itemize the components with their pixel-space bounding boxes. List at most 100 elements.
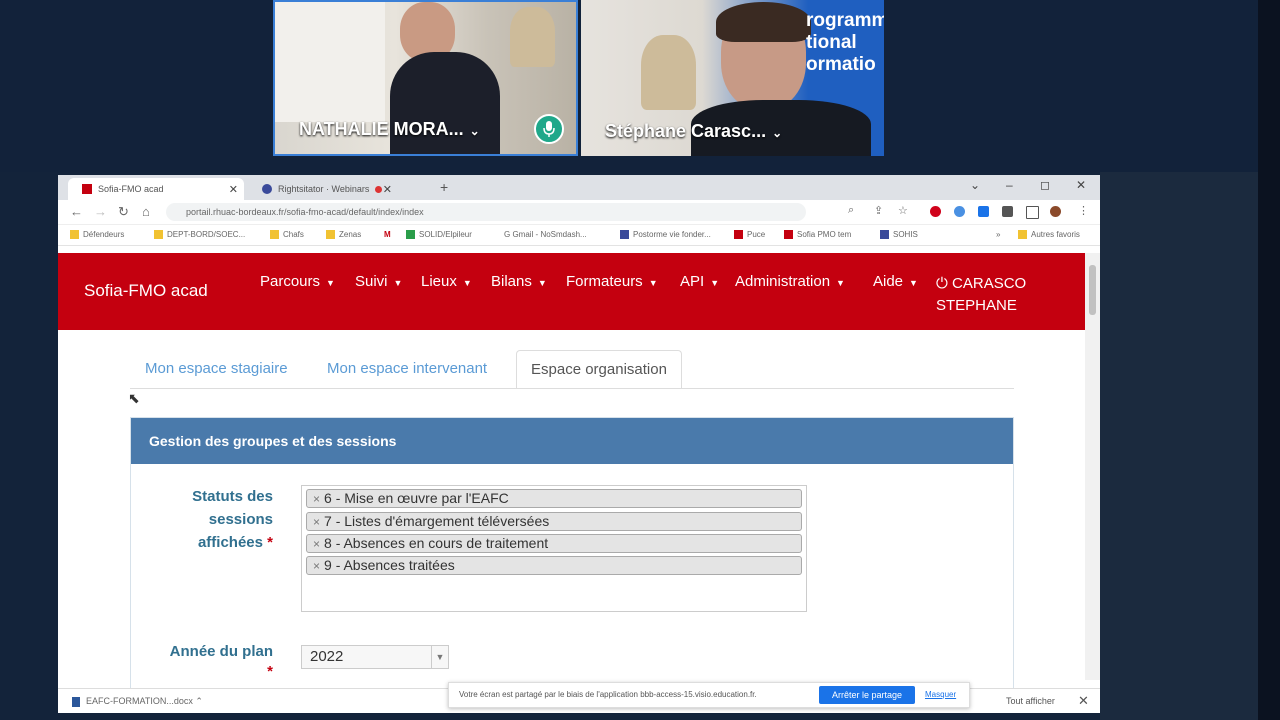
bookmark-item[interactable]: DEPT-BORD/SOEC...	[154, 230, 245, 239]
bookmarks-overflow-button[interactable]: »	[996, 230, 1000, 239]
url-text: portail.rhuac-bordeaux.fr/sofia-fmo-acad…	[186, 207, 424, 217]
bookmark-item[interactable]: SOHIS	[880, 230, 918, 239]
bookmark-item[interactable]: Autres favoris	[1018, 230, 1080, 239]
minimize-button[interactable]: –	[1006, 178, 1013, 192]
microphone-icon[interactable]	[534, 114, 564, 144]
remove-icon[interactable]: ×	[313, 559, 320, 573]
extensions-puzzle-icon[interactable]	[1002, 206, 1013, 217]
browser-tab[interactable]: Rightsitator · Webinars ✕	[248, 178, 398, 200]
back-icon[interactable]: ←	[70, 204, 83, 219]
label-line: sessions	[208, 511, 273, 528]
extension-icon[interactable]	[930, 206, 941, 217]
star-icon[interactable]: ☆	[898, 204, 908, 217]
status-chip[interactable]: × 7 - Listes d'émargement téléversées	[306, 512, 802, 531]
app-icon	[734, 230, 743, 239]
bookmark-item[interactable]: Postorme vie fonder...	[620, 230, 711, 239]
menu-formateurs[interactable]: Formateurs ▼	[566, 273, 658, 290]
browser-tab-active[interactable]: Sofia-FMO acad ✕	[68, 178, 244, 200]
app-brand[interactable]: Sofia-FMO acad	[84, 281, 208, 301]
whiteboard	[275, 2, 385, 122]
menu-icon[interactable]: ⋮	[1078, 204, 1089, 217]
extension-icon[interactable]	[978, 206, 989, 217]
tab-mon-espace-intervenant[interactable]: Mon espace intervenant	[327, 350, 487, 388]
remove-icon[interactable]: ×	[313, 537, 320, 551]
screen-share-margin	[1100, 172, 1260, 720]
close-window-button[interactable]: ✕	[1076, 178, 1086, 192]
folder-icon	[270, 230, 279, 239]
page-scrollbar[interactable]	[1085, 253, 1100, 680]
folder-icon	[154, 230, 163, 239]
chip-label: 8 - Absences en cours de traitement	[324, 535, 549, 551]
share-icon[interactable]: ⇪	[874, 204, 883, 217]
bookmark-item[interactable]: M	[384, 230, 391, 239]
caret-down-icon: ▼	[836, 278, 845, 288]
close-icon[interactable]: ✕	[383, 183, 392, 196]
bookmark-item[interactable]: SOLID/Elpileur	[406, 230, 472, 239]
label-line: affichées *	[197, 534, 273, 551]
caret-down-icon: ▼	[909, 278, 918, 288]
bookmark-item[interactable]: G Gmail - NoSmdash...	[504, 230, 587, 239]
menu-bilans[interactable]: Bilans ▼	[491, 273, 547, 290]
maximize-button[interactable]: ◻	[1040, 178, 1050, 192]
browser-tab-bar: Sofia-FMO acad ✕ Rightsitator · Webinars…	[58, 175, 1100, 200]
recording-icon	[375, 185, 383, 193]
menu-suivi[interactable]: Suivi ▼	[355, 273, 402, 290]
status-chip[interactable]: × 6 - Mise en œuvre par l'EAFC	[306, 489, 802, 508]
chevron-down-icon[interactable]: ⌄	[470, 124, 480, 138]
home-icon[interactable]: ⌂	[142, 204, 150, 219]
menu-aide[interactable]: Aide ▼	[873, 273, 918, 290]
menu-parcours[interactable]: Parcours ▼	[260, 273, 335, 290]
download-item[interactable]: EAFC-FORMATION...docx ⌃	[72, 696, 203, 707]
new-tab-button[interactable]: +	[440, 179, 448, 195]
menu-label: Aide	[873, 273, 904, 290]
share-message: Votre écran est partagé par le biais de …	[459, 690, 757, 699]
chevron-down-icon[interactable]: ⌄	[772, 126, 782, 140]
bust-statue	[510, 7, 555, 67]
zoom-icon[interactable]: ⌕	[848, 204, 854, 217]
status-chip[interactable]: × 8 - Absences en cours de traitement	[306, 534, 802, 553]
participant-tile-1[interactable]: NATHALIE MORA... ⌄	[273, 0, 578, 156]
bookmark-label: DEPT-BORD/SOEC...	[167, 230, 246, 239]
menu-lieux[interactable]: Lieux ▼	[421, 273, 472, 290]
hide-link[interactable]: Masquer	[925, 690, 956, 699]
statuts-multiselect[interactable]: × 6 - Mise en œuvre par l'EAFC × 7 - Liste…	[301, 485, 807, 612]
remove-icon[interactable]: ×	[313, 492, 320, 506]
chevron-up-icon[interactable]: ⌃	[195, 696, 203, 706]
bookmark-label: Zenas	[339, 230, 362, 239]
app-navbar: Sofia-FMO acad Parcours ▼ Suivi ▼ Lieux ▼ B…	[58, 253, 1085, 330]
user-menu[interactable]: ⏻ CARASCO STEPHANE	[936, 273, 1026, 317]
stop-sharing-button[interactable]: Arrêter le partage	[819, 686, 915, 704]
bookmark-item[interactable]: Défendeurs	[70, 230, 124, 239]
tab-mon-espace-stagiaire[interactable]: Mon espace stagiaire	[145, 350, 288, 388]
forward-icon[interactable]: →	[94, 204, 107, 219]
close-icon[interactable]: ✕	[1078, 693, 1089, 709]
bookmark-item[interactable]: Puce	[734, 230, 765, 239]
status-chip[interactable]: × 9 - Absences traitées	[306, 556, 802, 575]
bookmark-item[interactable]: Sofia PMO tem	[784, 230, 851, 239]
bookmark-item[interactable]: Chafs	[270, 230, 304, 239]
remove-icon[interactable]: ×	[313, 515, 320, 529]
app-icon	[880, 230, 889, 239]
screen-share-notice: Votre écran est partagé par le biais de …	[448, 682, 970, 708]
participant-tile-2[interactable]: rogramm tional ormatio Stéphane Carasc..…	[581, 0, 884, 156]
show-all-downloads-button[interactable]: Tout afficher	[1006, 696, 1055, 706]
annee-select[interactable]: 2022 ▼	[301, 645, 449, 669]
extension-icon[interactable]	[954, 206, 965, 217]
reload-icon[interactable]: ↻	[118, 204, 129, 220]
bookmark-item[interactable]: Zenas	[326, 230, 361, 239]
panel-title: Gestion des groupes et des sessions	[131, 418, 1013, 464]
menu-api[interactable]: API ▼	[680, 273, 719, 290]
bust-statue	[641, 35, 696, 110]
scroll-thumb[interactable]	[1089, 265, 1096, 315]
menu-administration[interactable]: Administration ▼	[735, 273, 845, 290]
caret-down-icon: ▼	[393, 278, 403, 288]
user-name-line2: STEPHANE	[936, 297, 1017, 314]
tab-espace-organisation[interactable]: Espace organisation	[516, 350, 682, 389]
app-icon	[784, 230, 793, 239]
url-field[interactable]: portail.rhuac-bordeaux.fr/sofia-fmo-acad…	[166, 203, 806, 221]
label-line: Statuts des	[192, 488, 273, 505]
close-icon[interactable]: ✕	[229, 183, 238, 196]
tab-search-icon[interactable]: ⌄	[970, 178, 980, 192]
avatar[interactable]	[1050, 206, 1061, 217]
sidepanel-icon[interactable]	[1026, 206, 1039, 219]
